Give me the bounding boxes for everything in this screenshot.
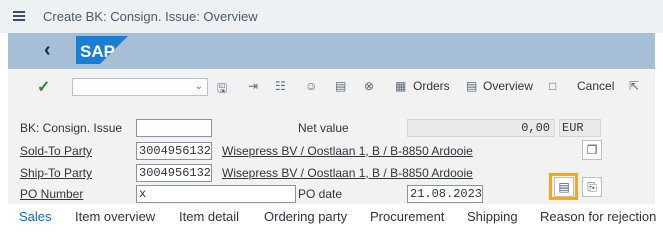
sold-to-field[interactable]: 3004956132 <box>136 142 212 160</box>
more-icon[interactable]: ⇱ <box>629 79 639 93</box>
highlight-box <box>549 173 578 200</box>
tab-shipping[interactable]: Shipping <box>467 209 518 224</box>
export-icon[interactable]: □ <box>549 79 556 93</box>
ship-to-address[interactable]: Wisepress BV / Oostlaan 1, B / B-8850 Ar… <box>222 166 473 180</box>
svg-text:SAP: SAP <box>80 42 115 61</box>
order-type-label: BK: Consign. Issue <box>20 121 123 135</box>
command-field[interactable]: ⌄ <box>72 78 208 96</box>
tab-ordering-party[interactable]: Ordering party <box>264 209 347 224</box>
net-value-field: 0,00 <box>407 119 555 137</box>
po-date-label: PO date <box>298 187 343 201</box>
find-icon[interactable]: ☷ <box>275 79 286 93</box>
application-toolbar: ✓ ⌄ 🖫 ⇥ ☷ ☺ ▤ ⊗ ▦ Orders ▤ Overview □ Ca… <box>8 69 655 107</box>
back-icon[interactable]: ‹ <box>44 39 51 62</box>
user-icon[interactable]: ☺ <box>305 79 317 93</box>
orders-button[interactable]: Orders <box>413 79 450 93</box>
order-type-field[interactable] <box>136 119 212 137</box>
document-icon[interactable]: ▤ <box>335 79 346 93</box>
tab-sales[interactable]: Sales <box>19 209 52 224</box>
sold-to-label[interactable]: Sold-To Party <box>20 144 92 158</box>
chevron-down-icon[interactable]: ⌄ <box>195 81 203 92</box>
shell-bar: ‹ SAP <box>8 33 655 69</box>
tab-strip: Sales Item overview Item detail Ordering… <box>8 204 656 238</box>
header-form: BK: Consign. Issue Net value 0,00 EUR So… <box>8 107 655 204</box>
currency-field: EUR <box>559 119 601 137</box>
po-number-label[interactable]: PO Number <box>20 187 83 201</box>
overview-icon[interactable]: ▤ <box>466 79 477 93</box>
ship-to-label[interactable]: Ship-To Party <box>20 166 92 180</box>
overview-button[interactable]: Overview <box>483 79 533 93</box>
cancel-circle-icon[interactable]: ⊗ <box>364 79 374 93</box>
tab-procurement[interactable]: Procurement <box>370 209 444 224</box>
save-icon[interactable]: 🖫 <box>217 79 227 100</box>
tab-reason-for-rejection[interactable]: Reason for rejection <box>540 209 656 224</box>
sold-to-address[interactable]: Wisepress BV / Oostlaan 1, B / B-8850 Ar… <box>222 144 473 158</box>
tab-item-detail[interactable]: Item detail <box>179 209 239 224</box>
tab-item-overview[interactable]: Item overview <box>75 209 155 224</box>
window-title: Create BK: Consign. Issue: Overview <box>43 9 258 24</box>
po-number-field[interactable]: x <box>136 185 296 203</box>
cancel-button[interactable]: Cancel <box>577 79 614 93</box>
title-bar: Create BK: Consign. Issue: Overview <box>0 0 663 33</box>
sap-logo: SAP <box>76 36 128 64</box>
po-date-field[interactable]: 21.08.2023 <box>407 185 483 203</box>
orders-icon[interactable]: ▦ <box>395 79 406 93</box>
exit-icon[interactable]: ⇥ <box>248 79 258 93</box>
copy-icon[interactable]: ❐ <box>582 140 602 160</box>
net-value-label: Net value <box>298 121 349 135</box>
ship-to-field[interactable]: 3004956132 <box>136 164 212 182</box>
enter-check-icon[interactable]: ✓ <box>37 77 50 97</box>
menu-icon[interactable] <box>13 11 25 21</box>
print-icon[interactable]: ⎘ <box>582 177 602 197</box>
